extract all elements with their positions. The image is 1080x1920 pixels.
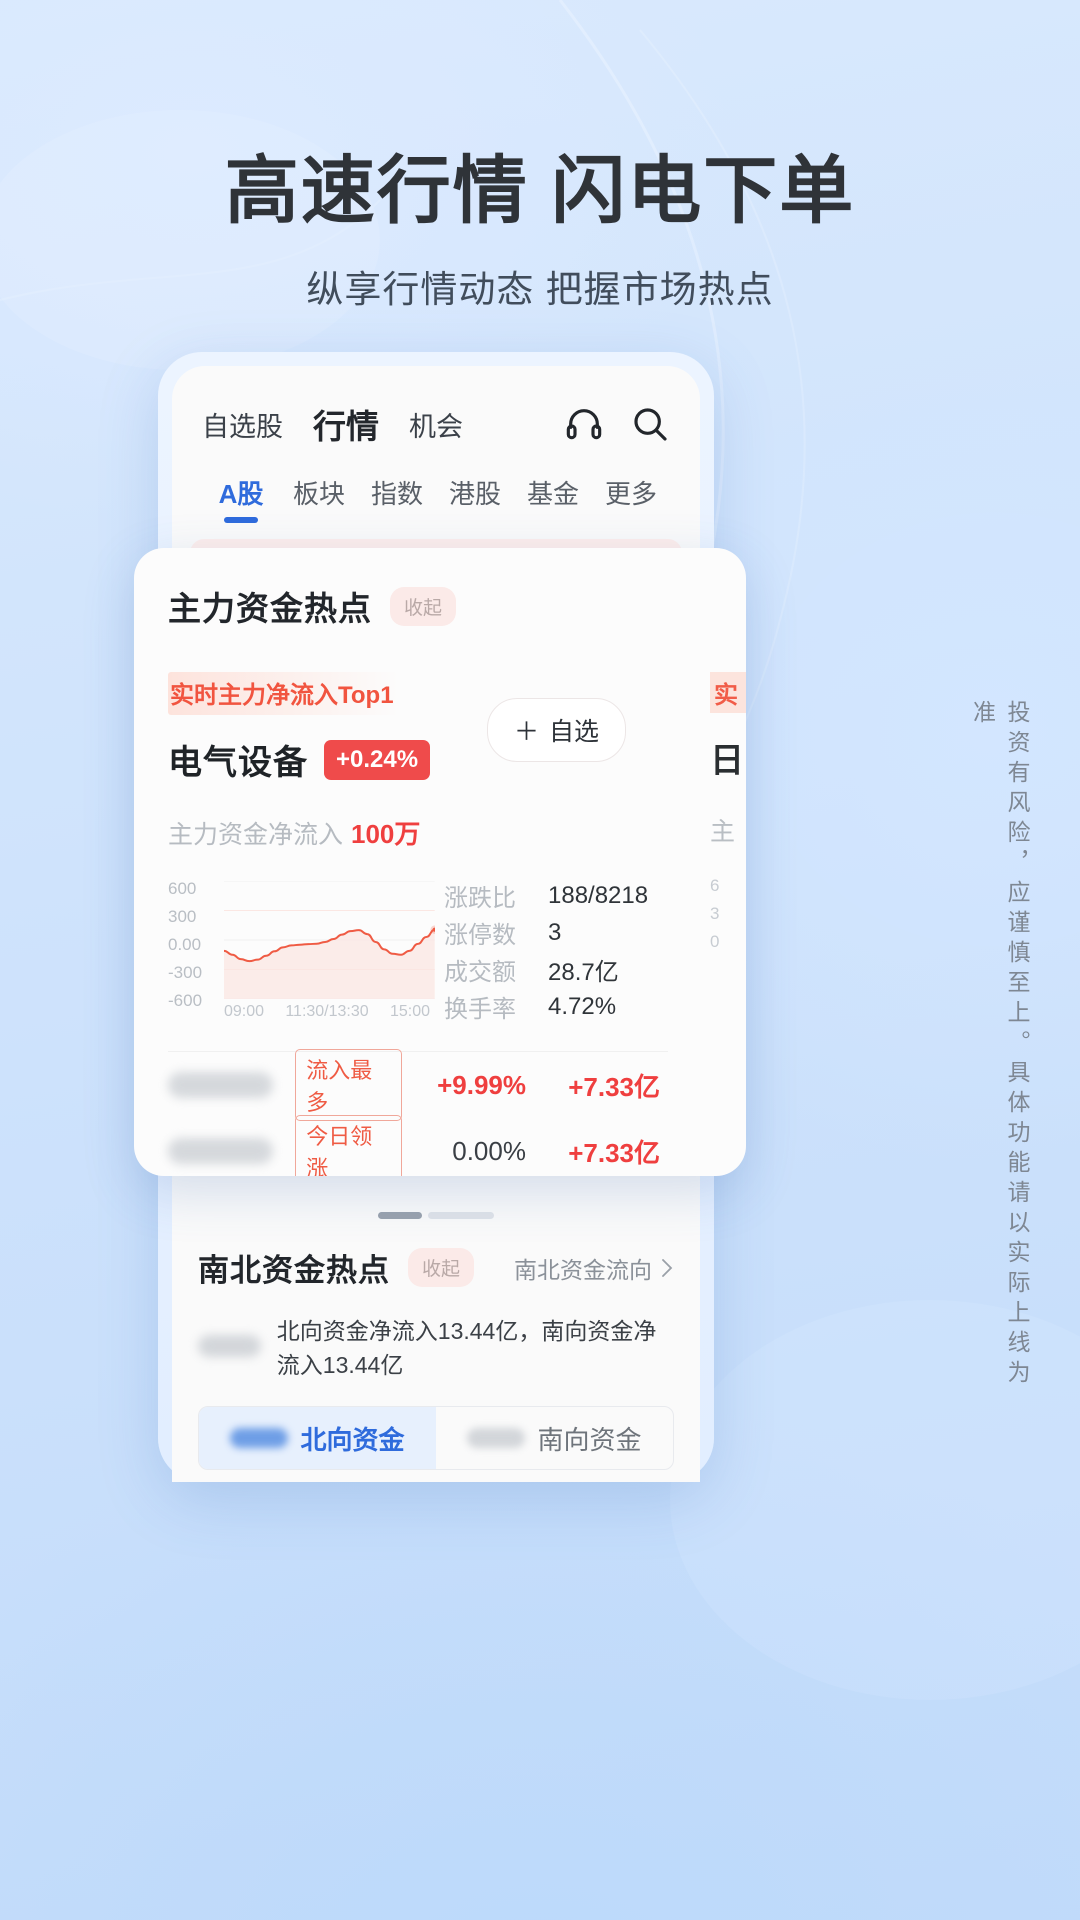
top-nav-item-quotes[interactable]: 行情 bbox=[313, 400, 379, 448]
rank-tag: 实时主力净流入Top1 bbox=[168, 672, 400, 715]
chart-plot-area bbox=[224, 881, 435, 999]
chart-and-stats: 600 300 0.00 -300 -600 09:00 11:30/13:30… bbox=[168, 875, 694, 1025]
x-tick: 09:00 bbox=[224, 1003, 265, 1020]
fund-news-line[interactable]: 北向资金净流入13.44亿，南向资金净流入13.44亿 bbox=[172, 1290, 700, 1380]
row-change-pct: 0.00% bbox=[452, 1135, 526, 1166]
stats-list: 涨跌比 188/8218 涨停数 3 成交额 28.7亿 换手率 4.72% bbox=[444, 875, 648, 1025]
row-amount: +7.33亿 bbox=[568, 1137, 660, 1168]
tab-more[interactable]: 更多 bbox=[592, 474, 670, 523]
search-icon[interactable] bbox=[630, 404, 670, 444]
stat-row: 成交额 28.7亿 bbox=[444, 951, 648, 988]
stat-row: 涨跌比 188/8218 bbox=[444, 877, 648, 914]
fund-direction-tabs: 北向资金 南向资金 bbox=[198, 1406, 674, 1470]
tab-southbound-label: 南向资金 bbox=[537, 1424, 642, 1455]
change-percent-badge: +0.24% bbox=[324, 739, 431, 780]
stat-value: 4.72% bbox=[548, 992, 617, 1020]
plus-icon: ＋ bbox=[513, 718, 539, 746]
page-title: 高速行情 闪电下单 bbox=[224, 149, 856, 232]
stat-key: 涨跌比 bbox=[444, 885, 516, 912]
next-slide-inflow-label: 主 bbox=[710, 818, 736, 846]
next-slide-preview: 实 日 主 630 bbox=[710, 672, 746, 956]
chevron-right-icon bbox=[662, 1258, 673, 1277]
tab-southbound-fund[interactable]: 南向资金 bbox=[436, 1407, 673, 1469]
stat-key: 换手率 bbox=[444, 996, 516, 1023]
add-to-watchlist-label: 自选 bbox=[548, 718, 599, 746]
next-slide-rank-tag: 实 bbox=[710, 672, 746, 713]
tab-active-underline bbox=[224, 517, 258, 523]
collapse-button[interactable]: 收起 bbox=[390, 586, 457, 626]
card-header: 主力资金热点 收起 bbox=[134, 582, 746, 630]
y-tick: 600 bbox=[168, 879, 197, 898]
tab-icon-masked bbox=[230, 1428, 289, 1448]
stat-value: 28.7亿 bbox=[548, 959, 619, 986]
stat-key: 涨停数 bbox=[444, 922, 516, 949]
bottom-collapse-button[interactable]: 收起 bbox=[408, 1248, 475, 1287]
tab-icon-masked bbox=[467, 1428, 526, 1448]
card-inner: 主力资金热点 收起 实 日 主 630 实时主力净流入Top1 电气设备 +0.… bbox=[134, 548, 746, 1176]
north-south-fund-card: 南北资金热点 收起 南北资金流向 北向资金净流入13.44亿，南向资金净流入13… bbox=[172, 1245, 700, 1470]
fund-flow-chart: 600 300 0.00 -300 -600 09:00 11:30/13:30… bbox=[168, 875, 435, 1025]
row-stock-name-masked bbox=[168, 1072, 274, 1098]
stat-value: 188/8218 bbox=[548, 881, 649, 909]
row-stock-name-masked bbox=[168, 1138, 274, 1164]
carousel-dot-active bbox=[378, 1212, 422, 1219]
tab-northbound-label: 北向资金 bbox=[300, 1424, 405, 1455]
card-title: 主力资金热点 bbox=[168, 590, 372, 627]
tab-hk-stocks[interactable]: 港股 bbox=[436, 474, 514, 523]
stat-value: 3 bbox=[548, 918, 562, 946]
row-tag: 流入最多 bbox=[295, 1049, 402, 1121]
inflow-value: 100万 bbox=[351, 819, 421, 849]
app-top-nav: 自选股 行情 机会 bbox=[172, 366, 700, 448]
stat-key: 成交额 bbox=[444, 959, 516, 986]
x-tick: 11:30/13:30 bbox=[285, 1003, 369, 1020]
y-tick: 0.00 bbox=[168, 935, 202, 954]
news-source-masked bbox=[198, 1335, 261, 1357]
fund-flow-link[interactable]: 南北资金流向 bbox=[514, 1251, 674, 1285]
inflow-line: 主力资金净流入 100万 bbox=[168, 814, 694, 851]
hero-section: 高速行情 闪电下单 纵享行情动态 把握市场热点 bbox=[0, 149, 1080, 313]
stat-row: 换手率 4.72% bbox=[444, 988, 648, 1025]
y-tick: -600 bbox=[168, 991, 203, 1010]
chart-y-axis: 600 300 0.00 -300 -600 bbox=[168, 875, 222, 1015]
table-row[interactable]: 流入最多 +9.99% +7.33亿 bbox=[168, 1049, 694, 1121]
bottom-card-title: 南北资金热点 bbox=[198, 1253, 390, 1288]
disclaimer-text: 投资有风险，应谨慎至上。具体功能请以实际上线为准 bbox=[969, 700, 1031, 1390]
tab-indexes[interactable]: 指数 bbox=[358, 474, 436, 523]
carousel-dot bbox=[428, 1212, 494, 1219]
tab-funds[interactable]: 基金 bbox=[514, 474, 592, 523]
x-tick: 15:00 bbox=[389, 1003, 430, 1020]
news-text: 北向资金净流入13.44亿，南向资金净流入13.44亿 bbox=[276, 1318, 657, 1378]
tab-a-shares[interactable]: A股 bbox=[202, 474, 280, 523]
tab-sectors[interactable]: 板块 bbox=[280, 474, 358, 523]
card-body: 实 日 主 630 实时主力净流入Top1 电气设备 +0.24% 主力资金净流… bbox=[134, 672, 746, 1176]
table-row[interactable]: 今日领涨 0.00% +7.33亿 bbox=[168, 1115, 694, 1176]
next-slide-stock-name: 日 bbox=[710, 742, 744, 780]
top-nav-item-watchlist[interactable]: 自选股 bbox=[202, 405, 283, 444]
headset-icon[interactable] bbox=[564, 404, 604, 444]
main-fund-hotspot-card: 主力资金热点 收起 实 日 主 630 实时主力净流入Top1 电气设备 +0.… bbox=[134, 548, 746, 1176]
y-tick: 300 bbox=[168, 907, 197, 926]
y-tick: -300 bbox=[168, 963, 203, 982]
fund-flow-link-label: 南北资金流向 bbox=[514, 1256, 652, 1283]
app-sub-tabs: A股 板块 指数 港股 基金 更多 bbox=[172, 448, 700, 523]
stock-name[interactable]: 电气设备 bbox=[168, 735, 308, 784]
stat-row: 涨停数 3 bbox=[444, 914, 648, 951]
row-tag: 今日领涨 bbox=[295, 1115, 402, 1176]
tab-northbound-fund[interactable]: 北向资金 bbox=[199, 1407, 436, 1469]
row-change-pct: +9.99% bbox=[437, 1069, 526, 1100]
add-to-watchlist-button[interactable]: ＋ 自选 bbox=[486, 698, 626, 762]
page-subtitle: 纵享行情动态 把握市场热点 bbox=[306, 268, 774, 310]
chart-x-axis: 09:00 11:30/13:30 15:00 bbox=[224, 1003, 430, 1021]
next-slide-y-labels: 630 bbox=[710, 876, 720, 951]
bottom-card-header: 南北资金热点 收起 南北资金流向 bbox=[172, 1245, 700, 1290]
tab-a-shares-label: A股 bbox=[218, 479, 264, 509]
top-nav-item-opportunity[interactable]: 机会 bbox=[409, 405, 463, 444]
inflow-label: 主力资金净流入 bbox=[168, 821, 344, 849]
row-amount: +7.33亿 bbox=[568, 1071, 660, 1102]
